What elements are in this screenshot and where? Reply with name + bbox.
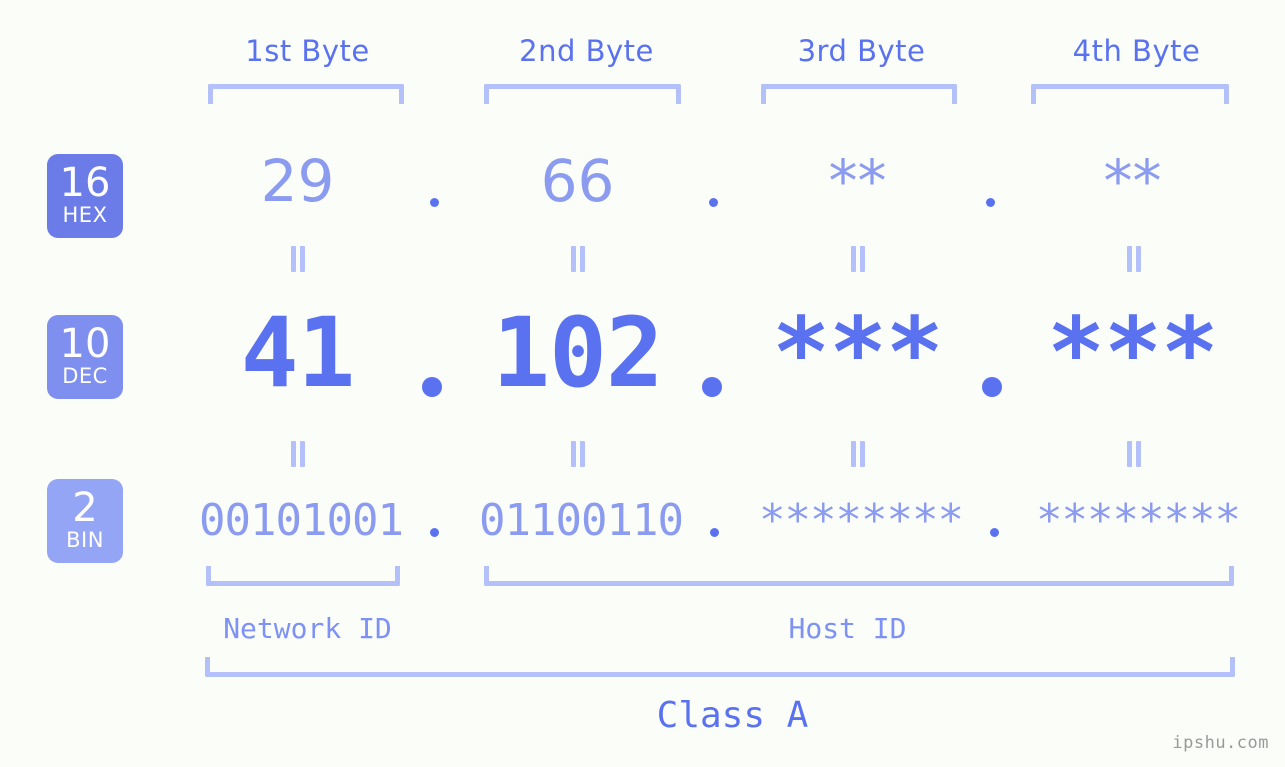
equivalence-mark-dec-bin-3 — [848, 441, 868, 467]
radix-badge-dec: 10 DEC — [47, 315, 123, 399]
bin-separator-dot-2 — [710, 528, 719, 537]
radix-badge-bin-name: BIN — [66, 528, 104, 552]
bin-separator-dot-1 — [430, 528, 439, 537]
equivalence-mark-hex-dec-3 — [848, 246, 868, 272]
bin-byte-1: 00101001 — [199, 495, 404, 546]
byte-header-4: 4th Byte — [1072, 34, 1201, 68]
ip-address-breakdown-diagram: 1st Byte 2nd Byte 3rd Byte 4th Byte 16 H… — [0, 0, 1285, 767]
equivalence-mark-dec-bin-1 — [288, 441, 308, 467]
bin-separator-dot-3 — [990, 528, 999, 537]
byte-header-3: 3rd Byte — [797, 34, 926, 68]
byte-header-2: 2nd Byte — [519, 34, 654, 68]
bin-byte-2: 01100110 — [479, 495, 684, 546]
byte-bracket-top-3 — [761, 84, 957, 104]
class-label: Class A — [656, 695, 809, 736]
equivalence-mark-hex-dec-2 — [568, 246, 588, 272]
hex-separator-dot-2 — [709, 198, 718, 207]
hex-byte-4: ** — [1103, 147, 1162, 215]
site-watermark: ipshu.com — [1172, 733, 1269, 753]
radix-badge-dec-name: DEC — [62, 364, 108, 388]
byte-bracket-top-2 — [484, 84, 681, 104]
equivalence-mark-dec-bin-2 — [568, 441, 588, 467]
radix-badge-hex-name: HEX — [62, 203, 108, 227]
radix-badge-bin: 2 BIN — [47, 479, 123, 563]
host-id-label: Host ID — [788, 612, 907, 645]
class-bracket — [205, 657, 1235, 677]
hex-byte-1: 29 — [260, 147, 335, 215]
dec-byte-4: *** — [1047, 297, 1218, 409]
host-id-bracket — [484, 566, 1234, 586]
hex-byte-3: ** — [828, 147, 887, 215]
dec-separator-dot-2 — [702, 377, 722, 397]
byte-bracket-top-4 — [1031, 84, 1229, 104]
radix-badge-bin-number: 2 — [72, 485, 98, 531]
dec-byte-2: 102 — [492, 297, 663, 409]
hex-separator-dot-1 — [430, 198, 439, 207]
radix-badge-hex-number: 16 — [59, 160, 111, 206]
equivalence-mark-hex-dec-4 — [1124, 246, 1144, 272]
network-id-bracket — [206, 566, 400, 586]
hex-byte-2: 66 — [540, 147, 615, 215]
radix-badge-dec-number: 10 — [59, 321, 111, 367]
dec-separator-dot-3 — [982, 377, 1002, 397]
dec-byte-1: 41 — [240, 297, 356, 409]
dec-byte-3: *** — [772, 297, 943, 409]
equivalence-mark-dec-bin-4 — [1124, 441, 1144, 467]
equivalence-mark-hex-dec-1 — [288, 246, 308, 272]
hex-separator-dot-3 — [986, 198, 995, 207]
radix-badge-hex: 16 HEX — [47, 154, 123, 238]
network-id-label: Network ID — [223, 612, 392, 645]
byte-bracket-top-1 — [208, 84, 404, 104]
byte-header-1: 1st Byte — [245, 34, 370, 68]
dec-separator-dot-1 — [422, 377, 442, 397]
bin-byte-4: ******** — [1036, 495, 1241, 546]
bin-byte-3: ******** — [759, 495, 964, 546]
